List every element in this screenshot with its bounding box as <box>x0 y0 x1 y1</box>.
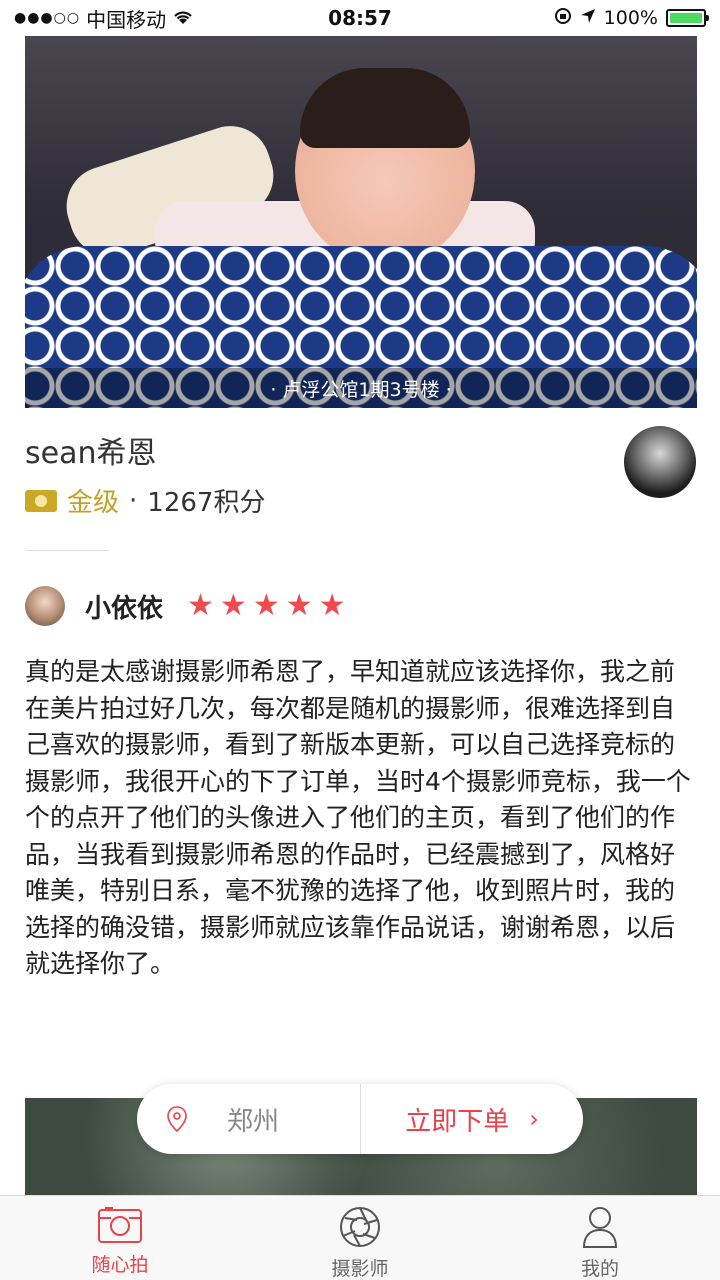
carrier-label: 中国移动 <box>86 7 167 32</box>
reviewer-row: 小依依 ★ ★ ★ ★ ★ <box>25 586 346 626</box>
rating-stars: ★ ★ ★ ★ ★ <box>187 591 346 621</box>
gold-level-icon <box>25 489 57 512</box>
status-left: ●●●○○ 中国移动 <box>14 4 274 33</box>
status-right: 100% <box>446 7 709 30</box>
order-now-label: 立即下单 <box>405 1106 510 1137</box>
photographer-avatar[interactable] <box>624 426 696 498</box>
photo-location-caption: · 卢浮公馆1期3号楼 · <box>25 368 697 408</box>
tab-suixinpai[interactable]: 随心拍 <box>0 1196 240 1280</box>
status-bar: ●●●○○ 中国移动 08:57 100% <box>0 0 720 36</box>
hero-photo[interactable]: · 卢浮公馆1期3号楼 · <box>25 36 697 408</box>
reviewer-avatar[interactable] <box>25 586 65 626</box>
photographer-name: sean希恩 <box>25 436 157 471</box>
star-icon: ★ <box>252 588 280 623</box>
city-selector[interactable]: 郑州 <box>137 1084 360 1154</box>
tab-bar: 随心拍 摄影师 我的 <box>0 1195 720 1280</box>
rotation-lock-icon <box>554 7 572 30</box>
level-separator: · <box>129 485 138 516</box>
star-icon: ★ <box>285 588 313 623</box>
tab-label: 摄影师 <box>331 1258 389 1280</box>
review-text: 真的是太感谢摄影师希恩了，早知道就应该选择你，我之前在美片拍过好几次，每次都是随… <box>25 657 691 978</box>
level-name: 金级 <box>67 488 120 518</box>
tab-label: 我的 <box>580 1258 619 1280</box>
location-pin-icon <box>167 1106 187 1132</box>
section-divider <box>25 550 109 551</box>
reviewer-name: 小依依 <box>85 593 164 624</box>
signal-icon: ●●●○○ <box>14 10 81 26</box>
camera-icon <box>97 1206 143 1244</box>
tab-photographer[interactable]: 摄影师 <box>240 1196 480 1280</box>
battery-icon <box>666 9 709 27</box>
aperture-icon <box>339 1206 381 1248</box>
star-icon: ★ <box>318 588 346 623</box>
user-icon <box>582 1206 618 1248</box>
photographer-level: 金级 · 1267积分 <box>25 482 265 519</box>
order-action-bar: 郑州 立即下单 › <box>137 1084 583 1154</box>
status-time: 08:57 <box>328 6 392 30</box>
star-icon: ★ <box>219 588 247 623</box>
tab-label: 随心拍 <box>91 1254 149 1276</box>
points-value: 1267积分 <box>147 488 266 518</box>
star-icon: ★ <box>187 588 214 623</box>
tab-mine[interactable]: 我的 <box>480 1196 720 1280</box>
location-arrow-icon <box>580 7 596 29</box>
chevron-right-icon: › <box>529 1105 539 1133</box>
wifi-icon <box>172 6 194 30</box>
order-now-button[interactable]: 立即下单 › <box>361 1084 583 1154</box>
city-label: 郑州 <box>227 1106 280 1137</box>
battery-percent: 100% <box>603 7 658 29</box>
